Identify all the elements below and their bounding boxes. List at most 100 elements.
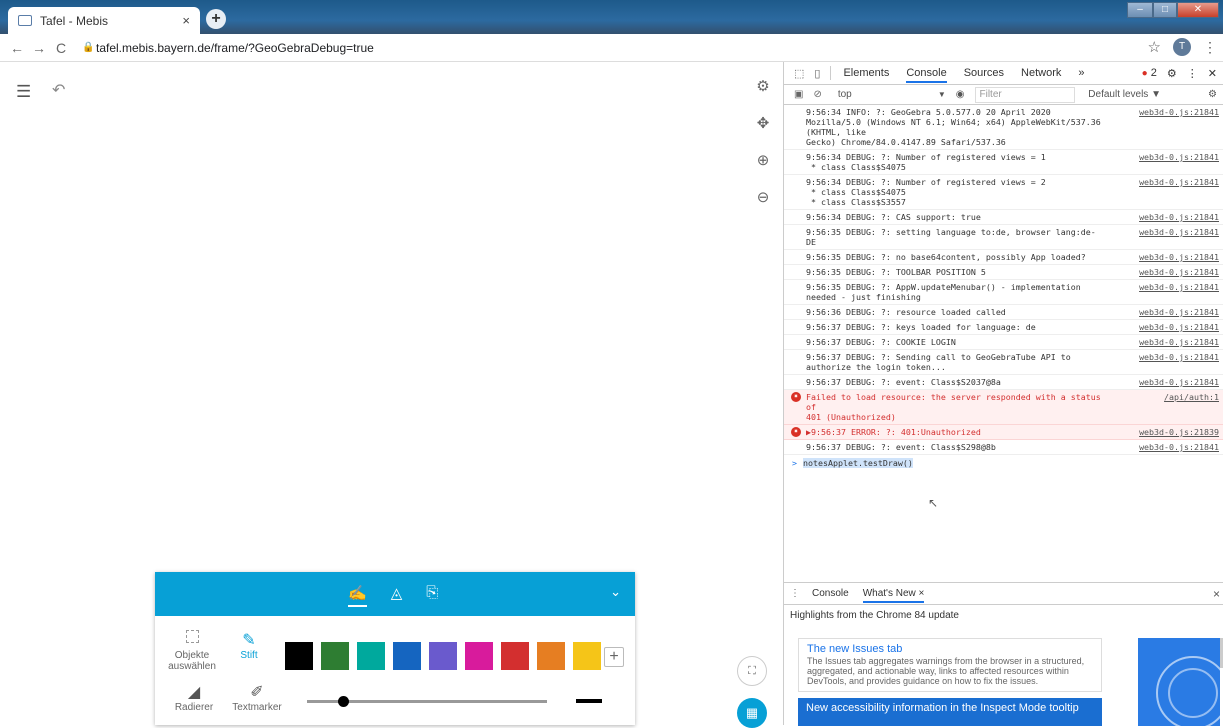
more-tabs-button[interactable]: » <box>1078 67 1084 79</box>
color-swatch[interactable] <box>537 642 565 670</box>
devtools-settings-icon[interactable]: ⚙ <box>1167 67 1177 80</box>
issues-tab-card[interactable]: The new Issues tab The Issues tab aggreg… <box>798 638 1102 692</box>
apps-grid-button[interactable]: ▦ <box>737 698 767 728</box>
log-source-link[interactable]: web3d-0.js:21841 <box>1139 337 1219 347</box>
color-swatch[interactable] <box>465 642 493 670</box>
console-command-input[interactable]: notesApplet.testDraw() <box>803 458 913 468</box>
add-color-button[interactable]: + <box>604 647 624 667</box>
context-dropdown-icon[interactable]: ▼ <box>938 90 946 99</box>
card-title[interactable]: The new Issues tab <box>807 643 1093 655</box>
log-source-link[interactable]: web3d-0.js:21841 <box>1139 377 1219 387</box>
tab-elements[interactable]: Elements <box>843 67 889 79</box>
log-source-link[interactable]: web3d-0.js:21841 <box>1139 107 1219 117</box>
log-source-link[interactable]: web3d-0.js:21841 <box>1139 252 1219 262</box>
whiteboard-app[interactable]: ☰ ↶ ⚙ ✥ ⊕ ⊖ ✍ ◬ ⎘ ⌄ Objekte auswählen ✎ … <box>0 62 783 728</box>
lock-icon[interactable]: 🔒 <box>82 42 96 53</box>
browser-menu-icon[interactable]: ⋮ <box>1203 39 1217 56</box>
console-error-row[interactable]: ▶9:56:37 ERROR: ?: 401:Unauthorized web3d… <box>784 425 1223 440</box>
pen-tool[interactable]: ✎ Stift <box>231 630 267 661</box>
forward-arrow-icon[interactable]: → <box>28 40 50 56</box>
tab-sources[interactable]: Sources <box>964 67 1004 79</box>
new-tab-button[interactable]: + <box>206 9 226 29</box>
console-log-row[interactable]: 9:56:34 DEBUG: ?: CAS support: true web3d… <box>784 210 1223 225</box>
console-log-row[interactable]: 9:56:34 DEBUG: ?: Number of registered v… <box>784 175 1223 210</box>
reload-icon[interactable]: C <box>50 40 72 56</box>
console-log-row[interactable]: 9:56:34 DEBUG: ?: Number of registered v… <box>784 150 1223 175</box>
console-log-row[interactable]: 9:56:37 DEBUG: ?: Sending call to GeoGeb… <box>784 350 1223 375</box>
console-log-row[interactable]: 9:56:37 DEBUG: ?: event: Class$S2037@8a w… <box>784 375 1223 390</box>
slider-knob[interactable] <box>338 696 349 707</box>
console-settings-icon[interactable]: ⚙ <box>1208 89 1217 100</box>
device-toggle-icon[interactable]: ▯ <box>814 67 820 80</box>
back-arrow-icon[interactable]: ← <box>6 40 28 56</box>
console-log-row[interactable]: 9:56:35 DEBUG: ?: AppW.updateMenubar() -… <box>784 280 1223 305</box>
log-source-link[interactable]: web3d-0.js:21841 <box>1139 282 1219 292</box>
log-source-link[interactable]: web3d-0.js:21841 <box>1139 177 1219 187</box>
undo-icon[interactable]: ↶ <box>52 80 65 100</box>
settings-gear-icon[interactable]: ⚙ <box>756 77 769 97</box>
profile-avatar[interactable]: T <box>1173 38 1191 56</box>
console-filter-input[interactable]: Filter <box>974 86 1075 103</box>
zoom-in-icon[interactable]: ⊕ <box>757 151 770 171</box>
log-source-link[interactable]: web3d-0.js:21841 <box>1139 307 1219 317</box>
console-log-row[interactable]: 9:56:37 DEBUG: ?: COOKIE LOGIN web3d-0.js… <box>784 335 1223 350</box>
eraser-tool[interactable]: ◢ Radierer <box>169 682 219 713</box>
error-badge[interactable]: ● 2 <box>1142 67 1157 79</box>
tab-network[interactable]: Network <box>1021 67 1061 79</box>
move-view-icon[interactable]: ✥ <box>757 114 770 134</box>
console-error-row[interactable]: Failed to load resource: the server resp… <box>784 390 1223 425</box>
url-text[interactable]: tafel.mebis.bayern.de/frame/?GeoGebraDeb… <box>96 41 374 55</box>
inspect-element-icon[interactable]: ⬚ <box>794 67 804 80</box>
drawer-tab-whats-new[interactable]: What's New × <box>862 588 925 603</box>
minimize-window-button[interactable]: – <box>1127 2 1153 18</box>
pen-category-icon[interactable]: ✍ <box>348 584 367 607</box>
console-log-row[interactable]: 9:56:37 DEBUG: ?: event: Class$S298@8b we… <box>784 440 1223 455</box>
bookmark-star-icon[interactable]: ☆ <box>1148 38 1161 56</box>
pen-size-slider[interactable] <box>307 696 547 707</box>
color-swatch[interactable] <box>285 642 313 670</box>
color-swatch[interactable] <box>501 642 529 670</box>
fullscreen-button[interactable]: ⛶ <box>737 656 767 686</box>
console-log-row[interactable]: 9:56:34 INFO: ?: GeoGebra 5.0.577.0 20 A… <box>784 105 1223 150</box>
console-log-row[interactable]: 9:56:37 DEBUG: ?: keys loaded for langua… <box>784 320 1223 335</box>
live-expression-eye-icon[interactable]: ◉ <box>956 89 965 100</box>
drawer-close-icon[interactable]: × <box>1213 587 1220 601</box>
maximize-window-button[interactable]: □ <box>1153 2 1177 18</box>
devtools-close-icon[interactable]: ✕ <box>1208 67 1217 80</box>
context-selector[interactable]: top <box>838 89 938 100</box>
chevron-down-icon[interactable]: ⌄ <box>610 584 621 600</box>
browser-tab[interactable]: Tafel - Mebis × <box>8 7 200 34</box>
console-log[interactable]: 9:56:34 INFO: ?: GeoGebra 5.0.577.0 20 A… <box>784 105 1223 455</box>
tab-console[interactable]: Console <box>906 67 947 83</box>
log-source-link[interactable]: web3d-0.js:21841 <box>1139 352 1219 362</box>
color-swatch[interactable] <box>429 642 457 670</box>
log-source-link[interactable]: web3d-0.js:21841 <box>1139 442 1219 452</box>
menu-hamburger-icon[interactable]: ☰ <box>16 82 31 102</box>
log-source-link[interactable]: web3d-0.js:21841 <box>1139 227 1219 237</box>
highlighter-tool[interactable]: ✐ Textmarker <box>229 682 285 713</box>
close-window-button[interactable]: ✕ <box>1177 2 1219 18</box>
log-source-link[interactable]: web3d-0.js:21839 <box>1139 427 1219 437</box>
console-prompt[interactable]: > notesApplet.testDraw() <box>784 455 1223 471</box>
drawer-menu-icon[interactable]: ⋮ <box>790 588 800 599</box>
console-log-row[interactable]: 9:56:35 DEBUG: ?: setting language to:de… <box>784 225 1223 250</box>
log-source-link[interactable]: /api/auth:1 <box>1164 392 1219 402</box>
log-source-link[interactable]: web3d-0.js:21841 <box>1139 152 1219 162</box>
accessibility-card[interactable]: New accessibility information in the Ins… <box>798 698 1102 726</box>
tab-close-icon[interactable]: × <box>182 13 190 28</box>
sidebar-toggle-icon[interactable]: ▣ <box>794 89 803 100</box>
shapes-category-icon[interactable]: ◬ <box>391 584 403 607</box>
card-title[interactable]: New accessibility information in the Ins… <box>806 702 1079 714</box>
log-source-link[interactable]: web3d-0.js:21841 <box>1139 212 1219 222</box>
console-log-row[interactable]: 9:56:35 DEBUG: ?: no base64content, poss… <box>784 250 1223 265</box>
color-swatch[interactable] <box>393 642 421 670</box>
color-swatch[interactable] <box>321 642 349 670</box>
select-objects-tool[interactable]: Objekte auswählen <box>167 630 217 672</box>
attachment-category-icon[interactable]: ⎘ <box>426 584 438 607</box>
log-source-link[interactable]: web3d-0.js:21841 <box>1139 267 1219 277</box>
color-swatch[interactable] <box>573 642 601 670</box>
color-swatch[interactable] <box>357 642 385 670</box>
devtools-menu-icon[interactable]: ⋮ <box>1187 67 1198 80</box>
console-log-row[interactable]: 9:56:35 DEBUG: ?: TOOLBAR POSITION 5 web3… <box>784 265 1223 280</box>
console-log-row[interactable]: 9:56:36 DEBUG: ?: resource loaded called… <box>784 305 1223 320</box>
